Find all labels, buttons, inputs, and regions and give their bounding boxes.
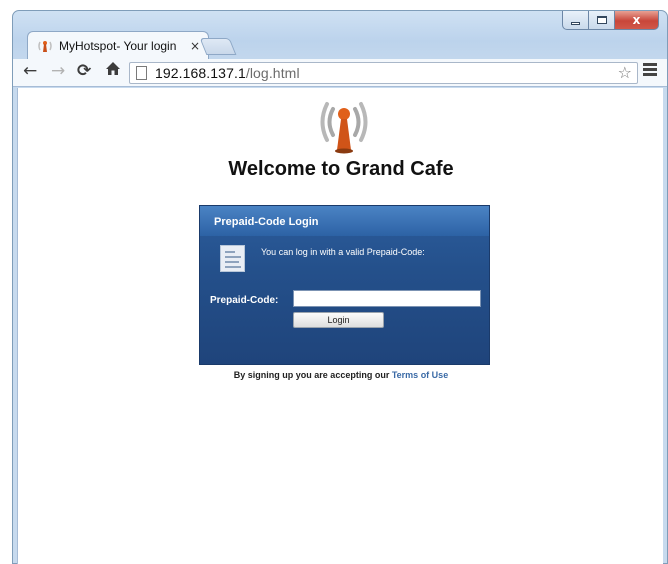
home-icon[interactable] <box>105 60 121 81</box>
terms-of-use-link[interactable]: Terms of Use <box>392 370 448 380</box>
login-panel: Prepaid-Code Login You can log in with a… <box>199 205 490 365</box>
reload-icon[interactable]: ⟳ <box>77 61 91 81</box>
star-icon[interactable]: ☆ <box>618 63 632 82</box>
tab-title: MyHotspot- Your login <box>59 39 177 53</box>
page-icon <box>136 66 147 80</box>
browser-toolbar: ← → ⟳ 192.168.137.1/log.html ☆ <box>13 59 667 87</box>
maximize-icon <box>596 16 607 24</box>
tab-close-icon[interactable]: × <box>190 39 200 53</box>
url-host: 192.168.137.1 <box>155 65 246 81</box>
window-controls: x <box>562 11 659 30</box>
wifi-antenna-logo <box>320 102 368 154</box>
tab-myhotspot[interactable]: MyHotspot- Your login × <box>27 31 209 60</box>
prepaid-code-label: Prepaid-Code: <box>210 295 279 306</box>
forward-arrow-icon[interactable]: → <box>51 61 65 81</box>
terms-text: By signing up you are accepting our <box>233 370 390 380</box>
page-viewport: Welcome to Grand Cafe Prepaid-Code Login… <box>17 88 663 564</box>
minimize-icon <box>571 21 580 25</box>
panel-header: Prepaid-Code Login <box>200 206 489 236</box>
window-close-button[interactable]: x <box>615 11 659 30</box>
maximize-button[interactable] <box>589 11 615 30</box>
form-icon <box>220 245 245 272</box>
menu-icon[interactable] <box>643 63 657 78</box>
browser-window: x MyHotspot- Your login × ← → ⟳ 192.168.… <box>12 10 668 564</box>
tab-favicon-icon <box>38 41 52 52</box>
info-text: You can log in with a valid Prepaid-Code… <box>261 247 425 257</box>
close-icon: x <box>632 13 641 27</box>
back-arrow-icon[interactable]: ← <box>23 61 37 81</box>
url-text: 192.168.137.1/log.html <box>155 65 300 81</box>
page-title: Welcome to Grand Cafe <box>228 158 454 180</box>
terms-notice: By signing up you are accepting our Term… <box>18 370 664 380</box>
url-path: /log.html <box>245 65 300 81</box>
minimize-button[interactable] <box>562 11 589 30</box>
address-bar[interactable]: 192.168.137.1/log.html ☆ <box>129 62 638 84</box>
login-button[interactable]: Login <box>293 312 384 328</box>
new-tab-button[interactable] <box>199 38 237 55</box>
prepaid-code-input[interactable] <box>293 290 481 307</box>
